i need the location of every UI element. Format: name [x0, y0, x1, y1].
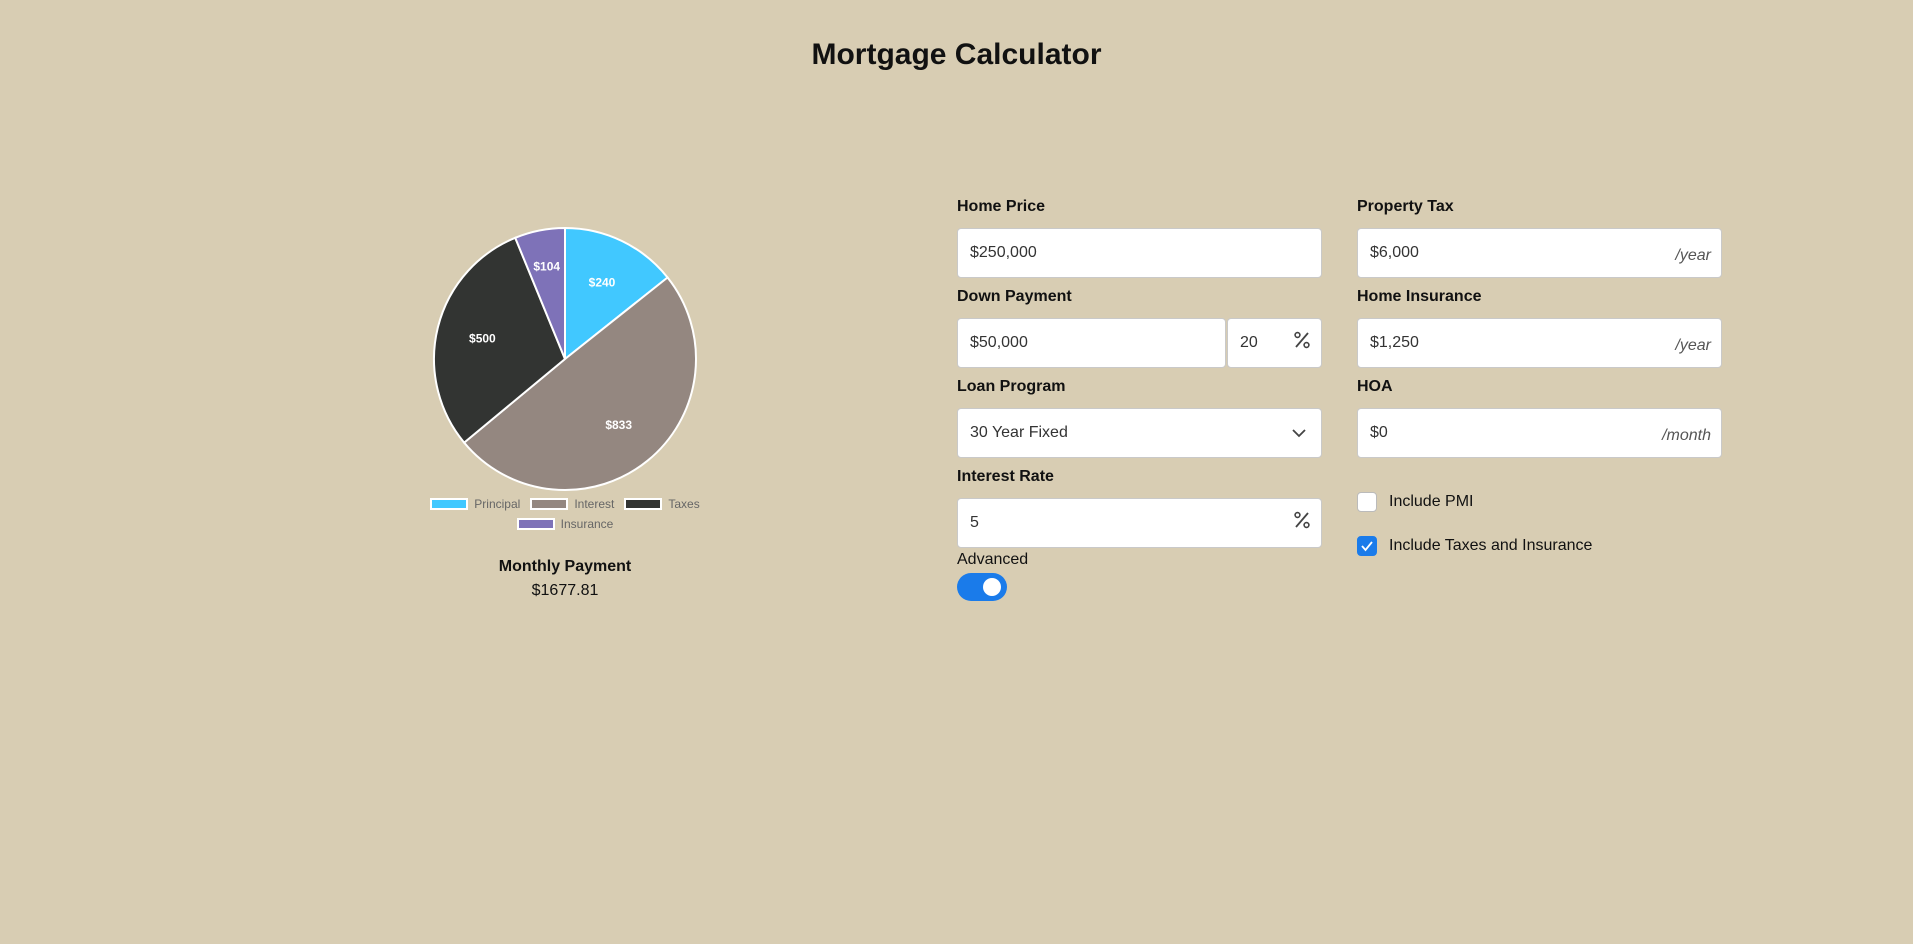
legend-swatch-interest	[530, 498, 569, 510]
pie-label-insurance: $104	[533, 259, 560, 273]
legend-item-principal[interactable]: Principal	[430, 497, 520, 511]
pie-label-principal: $240	[589, 275, 616, 289]
monthly-payment-label: Monthly Payment	[498, 558, 632, 575]
toggle-knob	[983, 578, 1001, 596]
home-insurance-suffix: /year	[1675, 336, 1711, 354]
loan-program-label: Loan Program	[957, 378, 1066, 395]
legend-label-taxes: Taxes	[668, 497, 700, 511]
interest-rate-input[interactable]	[958, 499, 1293, 547]
down-payment-percent-field[interactable]	[1227, 318, 1322, 368]
chevron-down-icon	[1291, 428, 1321, 438]
interest-rate-label: Interest Rate	[957, 468, 1054, 485]
down-payment-label: Down Payment	[957, 288, 1072, 305]
pie-label-taxes: $500	[469, 331, 496, 345]
home-price-field[interactable]	[957, 228, 1322, 278]
home-insurance-label: Home Insurance	[1357, 288, 1482, 305]
legend-swatch-taxes	[624, 498, 663, 510]
include-taxes-insurance-option[interactable]: Include Taxes and Insurance	[1357, 536, 1592, 556]
interest-rate-field[interactable]	[957, 498, 1322, 548]
home-insurance-field[interactable]: /year	[1357, 318, 1722, 368]
monthly-payment: Monthly Payment $1677.81	[420, 558, 710, 600]
hoa-input[interactable]	[1358, 409, 1663, 457]
legend-swatch-principal	[430, 498, 469, 510]
monthly-payment-value: $1677.81	[531, 582, 599, 599]
legend-label-insurance: Insurance	[560, 517, 614, 531]
loan-program-select[interactable]: 30 Year Fixed	[957, 408, 1322, 458]
legend-label-interest: Interest	[574, 497, 615, 511]
include-taxes-insurance-label: Include Taxes and Insurance	[1389, 537, 1593, 554]
percent-icon	[1293, 331, 1321, 355]
property-tax-label: Property Tax	[1357, 198, 1454, 215]
percent-icon	[1293, 511, 1321, 535]
hoa-field[interactable]: /month	[1357, 408, 1722, 458]
advanced-toggle[interactable]	[957, 573, 1007, 601]
property-tax-suffix: /year	[1675, 246, 1711, 264]
legend-item-interest[interactable]: Interest	[530, 497, 614, 511]
include-pmi-checkbox[interactable]	[1357, 492, 1377, 512]
chart-legend: Principal Interest Taxes Insurance	[420, 497, 710, 537]
property-tax-input[interactable]	[1358, 229, 1676, 277]
legend-item-taxes[interactable]: Taxes	[624, 497, 700, 511]
loan-program-value: 30 Year Fixed	[970, 424, 1068, 441]
property-tax-field[interactable]: /year	[1357, 228, 1722, 278]
pie-label-interest: $833	[605, 418, 632, 432]
down-payment-input[interactable]	[958, 319, 1225, 367]
hoa-label: HOA	[1357, 378, 1393, 395]
pie-chart: $240 $833 $500 $104	[433, 226, 697, 491]
page-title: Mortgage Calculator	[811, 38, 1102, 71]
home-price-label: Home Price	[957, 198, 1046, 215]
home-price-input[interactable]	[958, 229, 1321, 277]
legend-label-principal: Principal	[474, 497, 521, 511]
down-payment-field[interactable]	[957, 318, 1226, 368]
include-taxes-insurance-checkbox[interactable]	[1357, 536, 1377, 556]
home-insurance-input[interactable]	[1358, 319, 1676, 367]
include-pmi-label: Include PMI	[1389, 493, 1474, 510]
down-payment-percent-input[interactable]	[1228, 319, 1293, 367]
hoa-suffix: /month	[1662, 426, 1711, 444]
include-pmi-option[interactable]: Include PMI	[1357, 492, 1473, 512]
legend-item-insurance[interactable]: Insurance	[516, 517, 614, 531]
advanced-label: Advanced	[957, 551, 1029, 568]
check-icon	[1361, 541, 1373, 552]
legend-swatch-insurance	[516, 518, 555, 530]
